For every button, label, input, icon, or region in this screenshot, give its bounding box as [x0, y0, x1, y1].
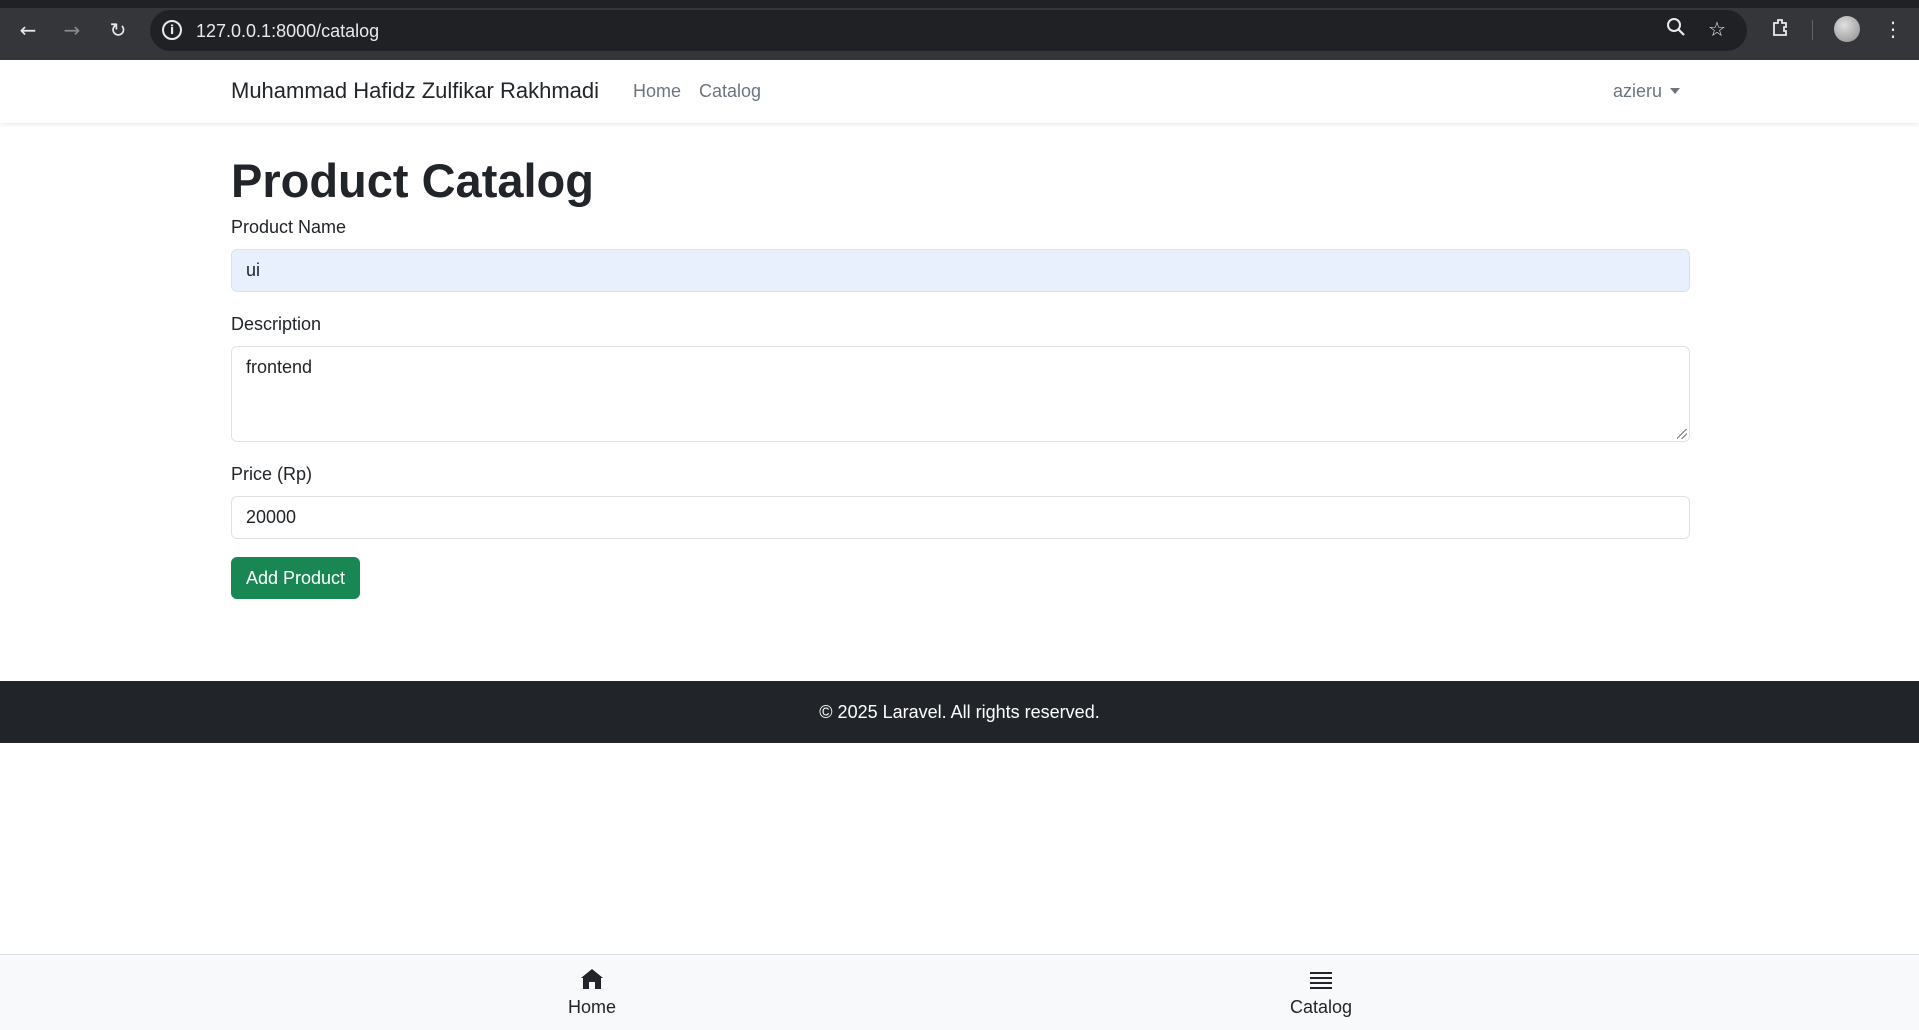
caret-down-icon [1670, 88, 1681, 94]
price-input[interactable]: 20000 [231, 496, 1690, 539]
address-bar[interactable]: i 127.0.0.1:8000/catalog [150, 10, 1747, 51]
profile-avatar[interactable] [1834, 16, 1860, 42]
description-label: Description [231, 314, 322, 334]
price-value: 20000 [246, 507, 297, 527]
footer-text: © 2025 Laravel. All rights reserved. [819, 702, 1100, 722]
nav-link-catalog[interactable]: Catalog [699, 81, 761, 102]
list-icon [1310, 972, 1332, 989]
site-info-icon[interactable]: i [162, 20, 182, 40]
add-product-button[interactable]: Add Product [231, 557, 360, 599]
page-title: Product Catalog [231, 154, 594, 207]
tab-home[interactable]: Home [532, 955, 652, 1030]
bookmark-star-icon[interactable]: ☆ [1704, 16, 1730, 42]
description-value: frontend [246, 357, 313, 377]
kebab-menu-icon[interactable]: ⋮ [1880, 16, 1906, 42]
footer: © 2025 Laravel. All rights reserved. [0, 681, 1919, 743]
product-name-input[interactable]: ui [231, 249, 1690, 292]
nav-link-home[interactable]: Home [633, 81, 681, 102]
toolbar-divider [1812, 20, 1813, 40]
user-name: azieru [1613, 81, 1663, 101]
tab-strip [0, 0, 1919, 8]
product-name-label: Product Name [231, 217, 347, 237]
tab-home-label: Home [567, 997, 616, 1017]
tab-catalog[interactable]: Catalog [1261, 955, 1381, 1030]
home-icon [581, 969, 603, 989]
reload-icon[interactable]: ↻ [104, 16, 132, 44]
navbar: Muhammad Hafidz Zulfikar Rakhmadi Home C… [0, 60, 1919, 123]
forward-arrow-icon[interactable]: → [58, 16, 86, 44]
extensions-icon[interactable] [1768, 16, 1794, 42]
price-label: Price (Rp) [231, 464, 313, 484]
back-arrow-icon[interactable]: ← [14, 16, 42, 44]
description-textarea[interactable]: frontend [231, 346, 1690, 442]
resize-grip-icon[interactable] [1677, 429, 1687, 439]
tab-catalog-label: Catalog [1289, 997, 1353, 1017]
browser-toolbar: ← → ↻ i 127.0.0.1:8000/catalog ☆ ⋮ [0, 0, 1919, 60]
navbar-brand[interactable]: Muhammad Hafidz Zulfikar Rakhmadi [231, 78, 599, 104]
product-name-value: ui [246, 260, 261, 280]
address-url[interactable]: 127.0.0.1:8000/catalog [196, 20, 379, 42]
zoom-icon[interactable] [1663, 16, 1689, 42]
bottom-tab-bar: Home Catalog [0, 954, 1919, 1030]
user-dropdown[interactable]: azieru [1613, 81, 1681, 102]
